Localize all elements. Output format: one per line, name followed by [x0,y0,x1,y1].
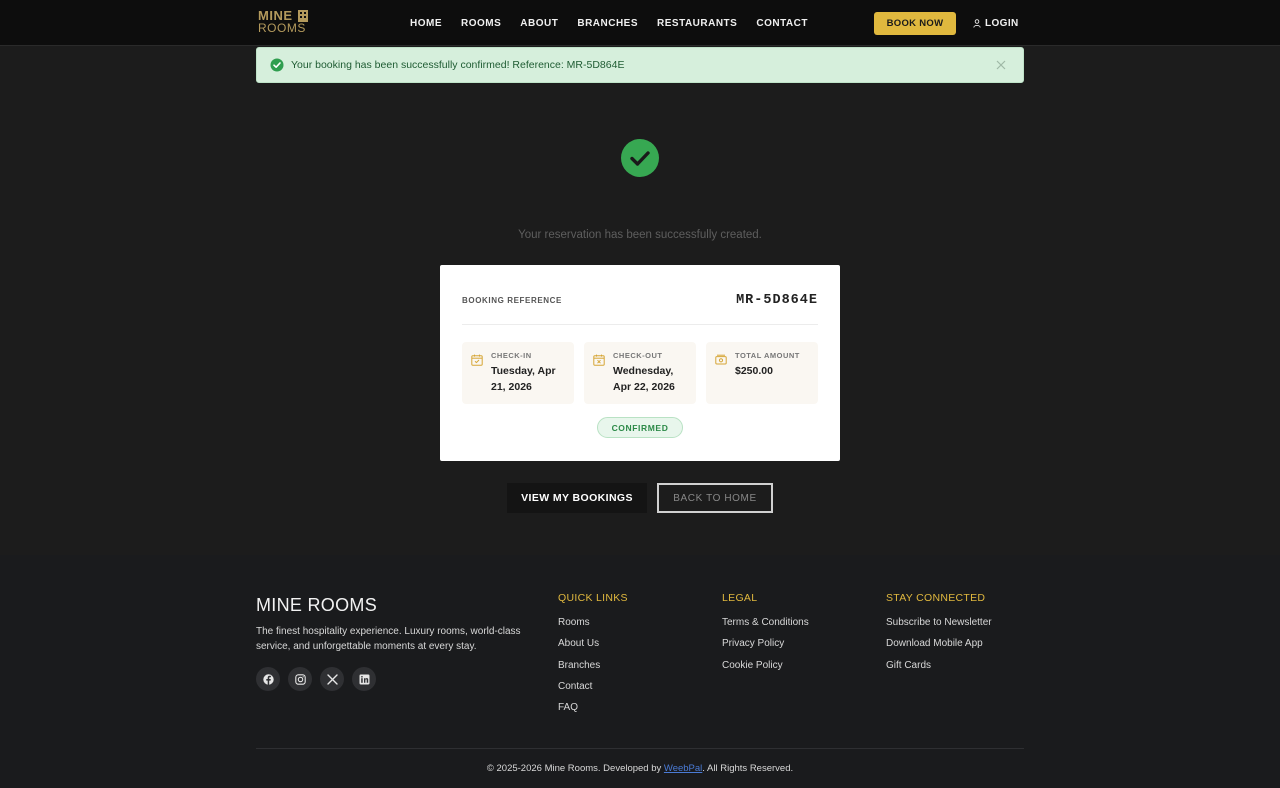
footer-link-rooms[interactable]: Rooms [558,616,628,637]
developer-link[interactable]: WeebPal [664,763,702,774]
logo-line2: ROOMS [258,21,306,35]
checkin-tile: CHECK-IN Tuesday, Apr 21, 2026 [462,342,574,404]
legal-heading: LEGAL [722,592,758,604]
copyright-prefix: © 2025-2026 Mine Rooms. Developed by [486,763,664,774]
footer-legal: LEGAL Terms & Conditions Privacy Policy … [722,592,809,680]
success-check-icon [621,139,659,177]
footer-link-branches[interactable]: Branches [558,659,628,680]
status-badge: CONFIRMED [597,417,683,438]
nav-contact[interactable]: CONTACT [756,18,808,29]
alert-message: Your booking has been successfully confi… [291,59,625,71]
total-amount-label: TOTAL AMOUNT [735,351,800,360]
copyright-suffix: . All Rights Reserved. [702,763,794,774]
login-label: LOGIN [985,17,1019,29]
linkedin-icon [359,674,369,684]
social-instagram[interactable] [288,667,312,691]
nav-restaurants[interactable]: RESTAURANTS [657,18,737,29]
booking-card: BOOKING REFERENCE MR-5D864E CHECK-IN Tue… [440,265,840,461]
calendar-check-icon [471,354,483,366]
book-now-button[interactable]: BOOK NOW [874,12,956,35]
quick-links-heading: QUICK LINKS [558,592,628,604]
instagram-icon [294,673,306,685]
footer-link-faq[interactable]: FAQ [558,701,628,722]
booking-reference-value: MR-5D864E [736,293,818,308]
back-to-home-button[interactable]: BACK TO HOME [657,483,773,513]
copyright: © 2025-2026 Mine Rooms. Developed by Wee… [0,763,1280,774]
social-x[interactable] [320,667,344,691]
facebook-icon [262,673,274,685]
nav-home[interactable]: HOME [410,18,442,29]
booking-reference-label: BOOKING REFERENCE [462,296,562,305]
login-link[interactable]: LOGIN [973,16,1019,30]
footer-link-about-us[interactable]: About Us [558,637,628,658]
footer-link-mobile-app[interactable]: Download Mobile App [886,637,992,658]
social-linkedin[interactable] [352,667,376,691]
stay-connected-heading: STAY CONNECTED [886,592,986,604]
site-footer: MINE ROOMS The finest hospitality experi… [0,555,1280,788]
total-amount-tile: TOTAL AMOUNT $250.00 [706,342,818,404]
user-icon [973,18,981,28]
checkout-value: Wednesday, Apr 22, 2026 [613,365,675,393]
checkin-value: Tuesday, Apr 21, 2026 [491,365,556,393]
footer-brand: MINE ROOMS [256,595,378,615]
nav-rooms[interactable]: ROOMS [461,18,501,29]
card-divider [462,324,818,325]
nav-branches[interactable]: BRANCHES [577,18,638,29]
checkout-tile: CHECK-OUT Wednesday, Apr 22, 2026 [584,342,696,404]
nav-about[interactable]: ABOUT [520,18,558,29]
footer-description: The finest hospitality experience. Luxur… [256,626,521,652]
close-icon[interactable] [995,59,1007,71]
page-subtitle: Your reservation has been successfully c… [518,229,762,241]
footer-link-cookie[interactable]: Cookie Policy [722,659,809,680]
site-logo[interactable]: MINE ROOMS [258,9,318,39]
success-alert: Your booking has been successfully confi… [256,47,1024,83]
footer-link-gift-cards[interactable]: Gift Cards [886,659,992,680]
calendar-x-icon [593,354,605,366]
footer-quick-links: QUICK LINKS Rooms About Us Branches Cont… [558,592,628,722]
site-header: MINE ROOMS HOME ROOMS ABOUT BRANCHES RES… [0,0,1280,46]
total-amount-value: $250.00 [735,365,773,377]
check-circle-icon [270,58,284,72]
footer-link-contact[interactable]: Contact [558,680,628,701]
view-my-bookings-button[interactable]: VIEW MY BOOKINGS [507,483,647,513]
cash-icon [715,354,727,365]
footer-link-terms[interactable]: Terms & Conditions [722,616,809,637]
checkin-label: CHECK-IN [491,351,532,360]
footer-divider [256,748,1024,749]
logo-building-icon [298,10,308,22]
social-facebook[interactable] [256,667,280,691]
footer-stay-connected: STAY CONNECTED Subscribe to Newsletter D… [886,592,992,680]
x-icon [326,673,338,685]
main-nav: HOME ROOMS ABOUT BRANCHES RESTAURANTS CO… [410,0,827,46]
checkout-label: CHECK-OUT [613,351,663,360]
social-links [256,667,384,691]
footer-link-privacy[interactable]: Privacy Policy [722,637,809,658]
footer-link-newsletter[interactable]: Subscribe to Newsletter [886,616,992,637]
